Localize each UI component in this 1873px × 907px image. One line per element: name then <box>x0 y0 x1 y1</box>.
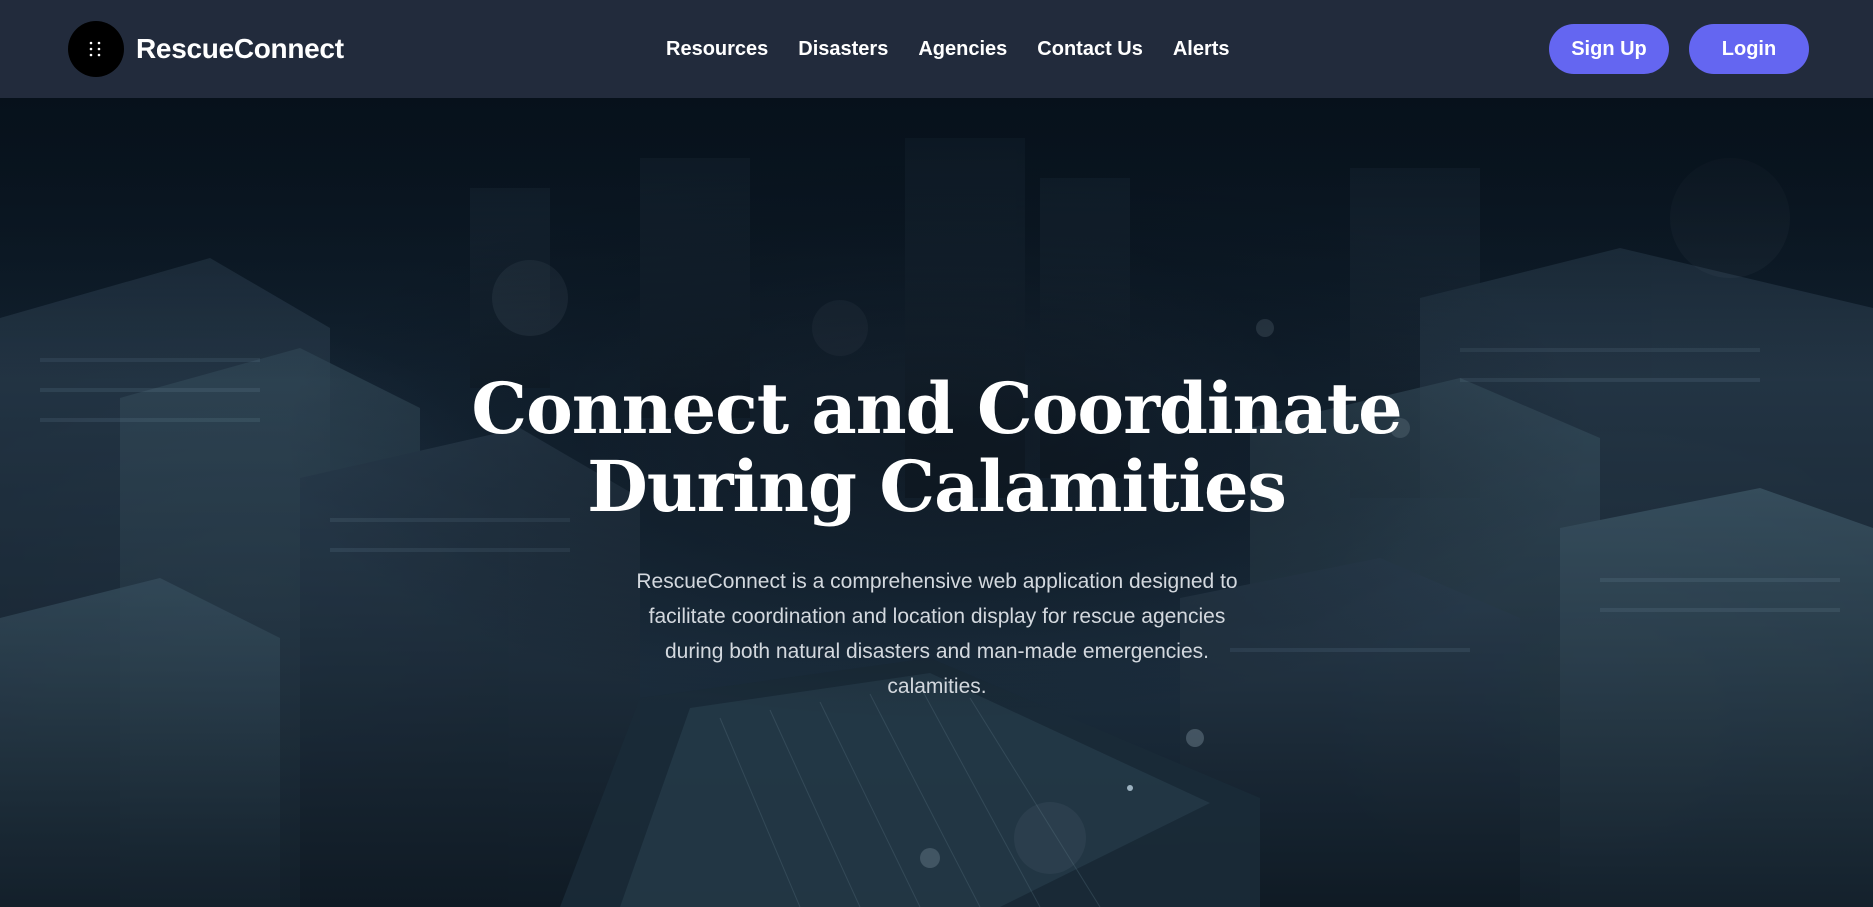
top-navbar: RescueConnect Resources Disasters Agenci… <box>0 0 1873 98</box>
hero-title-line-2: During Calamities <box>587 445 1287 528</box>
hero-title-line-1: Connect and Coordinate <box>471 367 1402 450</box>
hero-section: Connect and Coordinate During Calamities… <box>0 98 1873 907</box>
brand-name: RescueConnect <box>136 33 344 64</box>
sign-up-button[interactable]: Sign Up <box>1549 24 1669 74</box>
hero-title: Connect and Coordinate During Calamities <box>0 370 1873 526</box>
login-button[interactable]: Login <box>1689 24 1809 74</box>
hero-description: RescueConnect is a comprehensive web app… <box>636 570 1238 698</box>
nav-link-contact-us[interactable]: Contact Us <box>1037 38 1143 61</box>
nav-link-alerts[interactable]: Alerts <box>1173 38 1230 61</box>
brand-home-link[interactable]: RescueConnect <box>68 21 344 77</box>
nav-link-disasters[interactable]: Disasters <box>798 38 888 61</box>
nav-link-resources[interactable]: Resources <box>666 38 768 61</box>
logo-grid-dots-icon <box>68 21 124 77</box>
main-nav: Resources Disasters Agencies Contact Us … <box>666 0 1230 98</box>
nav-link-agencies[interactable]: Agencies <box>918 38 1007 61</box>
